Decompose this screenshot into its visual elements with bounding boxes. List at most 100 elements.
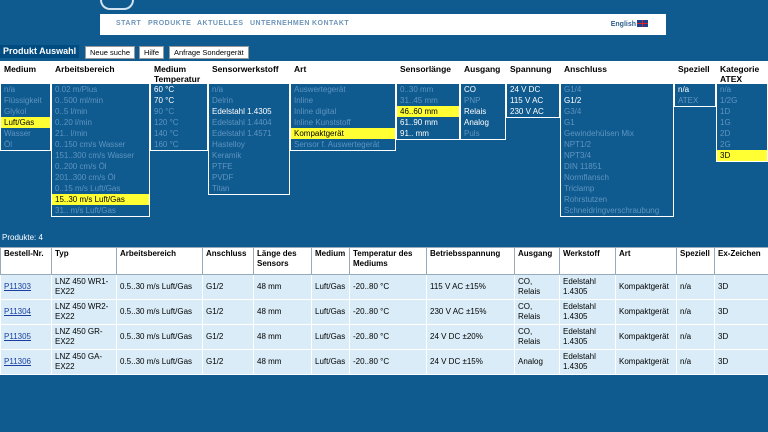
filter-option[interactable]: 151..300 cm/s Wasser xyxy=(52,150,149,161)
new-search-button[interactable]: Neue suche xyxy=(85,46,136,59)
filter-option[interactable]: n/a xyxy=(675,84,715,95)
filter-option[interactable]: NPT1/2 xyxy=(561,139,673,150)
filter-option[interactable]: 21.. l/min xyxy=(52,128,149,139)
filter-option[interactable]: CO xyxy=(461,84,505,95)
filter-option[interactable]: 0..200 cm/s Öl xyxy=(52,161,149,172)
filter-option[interactable]: 0..15 m/s Luft/Gas xyxy=(52,183,149,194)
filter-option[interactable]: Normflansch xyxy=(561,172,673,183)
filter-option[interactable]: 160 °C xyxy=(151,139,207,150)
table-cell: LNZ 450 WR1-EX22 xyxy=(51,274,117,300)
table-cell: LNZ 450 GA-EX22 xyxy=(51,349,117,375)
filter-option[interactable]: Edelstahl 1.4305 xyxy=(209,106,289,117)
filter-header: Speziell xyxy=(675,62,715,84)
custom-device-request-button[interactable]: Anfrage Sondergerät xyxy=(169,46,249,59)
filter-option[interactable]: Rohrstutzen xyxy=(561,194,673,205)
filter-option[interactable]: 90 °C xyxy=(151,106,207,117)
filter-option[interactable]: 140 °C xyxy=(151,128,207,139)
filter-option[interactable]: G3/4 xyxy=(561,106,673,117)
order-number-link[interactable]: P11303 xyxy=(4,282,31,291)
filter-option[interactable]: Öl xyxy=(1,139,50,150)
nav-aktuelles[interactable]: AKTUELLES xyxy=(197,20,244,27)
table-cell: Luft/Gas xyxy=(311,299,350,325)
filter-option[interactable]: Edelstahl 1.4571 xyxy=(209,128,289,139)
filter-option[interactable]: 3D xyxy=(717,150,767,161)
nav-unternehmen[interactable]: UNTERNEHMEN xyxy=(250,20,310,27)
filter-option[interactable]: G1/2 xyxy=(561,95,673,106)
filter-option[interactable]: 0..5 l/min xyxy=(52,106,149,117)
filter-option[interactable]: 0.02 m/Plus xyxy=(52,84,149,95)
filter-option[interactable]: DIN 11851 xyxy=(561,161,673,172)
table-cell: 115 V AC ±15% xyxy=(426,274,515,300)
filter-option[interactable]: 46..60 mm xyxy=(397,106,459,117)
filter-option[interactable]: NPT3/4 xyxy=(561,150,673,161)
filter-option[interactable]: 230 V AC xyxy=(507,106,559,117)
filter-option[interactable]: 60 °C xyxy=(151,84,207,95)
filter-option[interactable]: 1G xyxy=(717,117,767,128)
filter-option[interactable]: 24 V DC xyxy=(507,84,559,95)
table-cell: -20..80 °C xyxy=(349,324,427,350)
filter-option[interactable]: Delrin xyxy=(209,95,289,106)
filter-option[interactable]: 201..300 cm/s Öl xyxy=(52,172,149,183)
nav-produkte[interactable]: PRODUKTE xyxy=(148,20,191,27)
filter-option[interactable]: PTFE xyxy=(209,161,289,172)
column-header: Länge des Sensors xyxy=(253,247,312,275)
filter-option[interactable]: Flüssigkeit xyxy=(1,95,50,106)
filter-option[interactable]: Luft/Gas xyxy=(1,117,50,128)
company-logo[interactable] xyxy=(100,0,134,10)
filter-option[interactable]: Hastelloy xyxy=(209,139,289,150)
filter-option[interactable]: 31.. m/s Luft/Gas xyxy=(52,205,149,216)
order-number-link[interactable]: P11304 xyxy=(4,307,31,316)
filter-option[interactable]: 31..45 mm xyxy=(397,95,459,106)
filter-option[interactable]: 120 °C xyxy=(151,117,207,128)
filter-option[interactable]: Gewindehülsen Mix xyxy=(561,128,673,139)
filter-option[interactable]: Schneidringverschraubung xyxy=(561,205,673,216)
filter-option[interactable]: Kompaktgerät xyxy=(291,128,395,139)
filter-option[interactable]: Glykol xyxy=(1,106,50,117)
filter-option[interactable]: 0..150 cm/s Wasser xyxy=(52,139,149,150)
uk-flag-icon[interactable] xyxy=(637,20,648,27)
filter-option[interactable]: 0..30 mm xyxy=(397,84,459,95)
filter-option[interactable]: PVDF xyxy=(209,172,289,183)
filter-option[interactable]: 91.. mm xyxy=(397,128,459,139)
filter-option[interactable]: Triclamp xyxy=(561,183,673,194)
filter-option[interactable]: Inline xyxy=(291,95,395,106)
filter-option[interactable]: Wasser xyxy=(1,128,50,139)
filter-option[interactable]: ATEX xyxy=(675,95,715,106)
help-button[interactable]: Hilfe xyxy=(139,46,165,59)
filter-option[interactable]: 0..500 ml/min xyxy=(52,95,149,106)
filter-option[interactable]: n/a xyxy=(717,84,767,95)
filter-option[interactable]: 115 V AC xyxy=(507,95,559,106)
filter-option[interactable]: 1/2G xyxy=(717,95,767,106)
filter-option[interactable]: 0..20 l/min xyxy=(52,117,149,128)
filter-option[interactable]: 1D xyxy=(717,106,767,117)
filter-option[interactable]: Auswertegerät xyxy=(291,84,395,95)
filter-option[interactable]: n/a xyxy=(209,84,289,95)
filter-option[interactable]: G1/4 xyxy=(561,84,673,95)
nav-kontakt[interactable]: KONTAKT xyxy=(312,20,349,27)
language-link[interactable]: English xyxy=(611,21,636,28)
filter-option[interactable]: Edelstahl 1.4404 xyxy=(209,117,289,128)
filter-option[interactable]: 70 °C xyxy=(151,95,207,106)
filter-option[interactable]: Inline Kunststoff xyxy=(291,117,395,128)
order-number-link[interactable]: P11306 xyxy=(4,357,31,366)
filter-option[interactable]: Titan xyxy=(209,183,289,194)
filter-option[interactable]: 15..30 m/s Luft/Gas xyxy=(52,194,149,205)
filter-option[interactable]: 2G xyxy=(717,139,767,150)
filter-option[interactable]: Keramik xyxy=(209,150,289,161)
filter-option[interactable]: Puls xyxy=(461,128,505,139)
results-table: Bestell-Nr. Typ Arbeitsbereich Anschluss Län… xyxy=(0,247,768,375)
filter-option[interactable]: Relais xyxy=(461,106,505,117)
order-number-link[interactable]: P11305 xyxy=(4,332,31,341)
filter-option[interactable]: 2D xyxy=(717,128,767,139)
nav-start[interactable]: START xyxy=(116,20,141,27)
filter-option[interactable]: PNP xyxy=(461,95,505,106)
filter-option[interactable]: Inline digital xyxy=(291,106,395,117)
filter-option[interactable]: Sensor f. Auswertegerät xyxy=(291,139,395,150)
filter-option[interactable]: Analog xyxy=(461,117,505,128)
filter-option[interactable]: G1 xyxy=(561,117,673,128)
table-cell: Analog xyxy=(514,349,560,375)
filter-option[interactable]: 61..90 mm xyxy=(397,117,459,128)
toolbar: Produkt Auswahl Neue suche Hilfe Anfrage… xyxy=(0,45,768,59)
filter-option[interactable]: n/a xyxy=(1,84,50,95)
table-cell: 48 mm xyxy=(253,324,312,350)
